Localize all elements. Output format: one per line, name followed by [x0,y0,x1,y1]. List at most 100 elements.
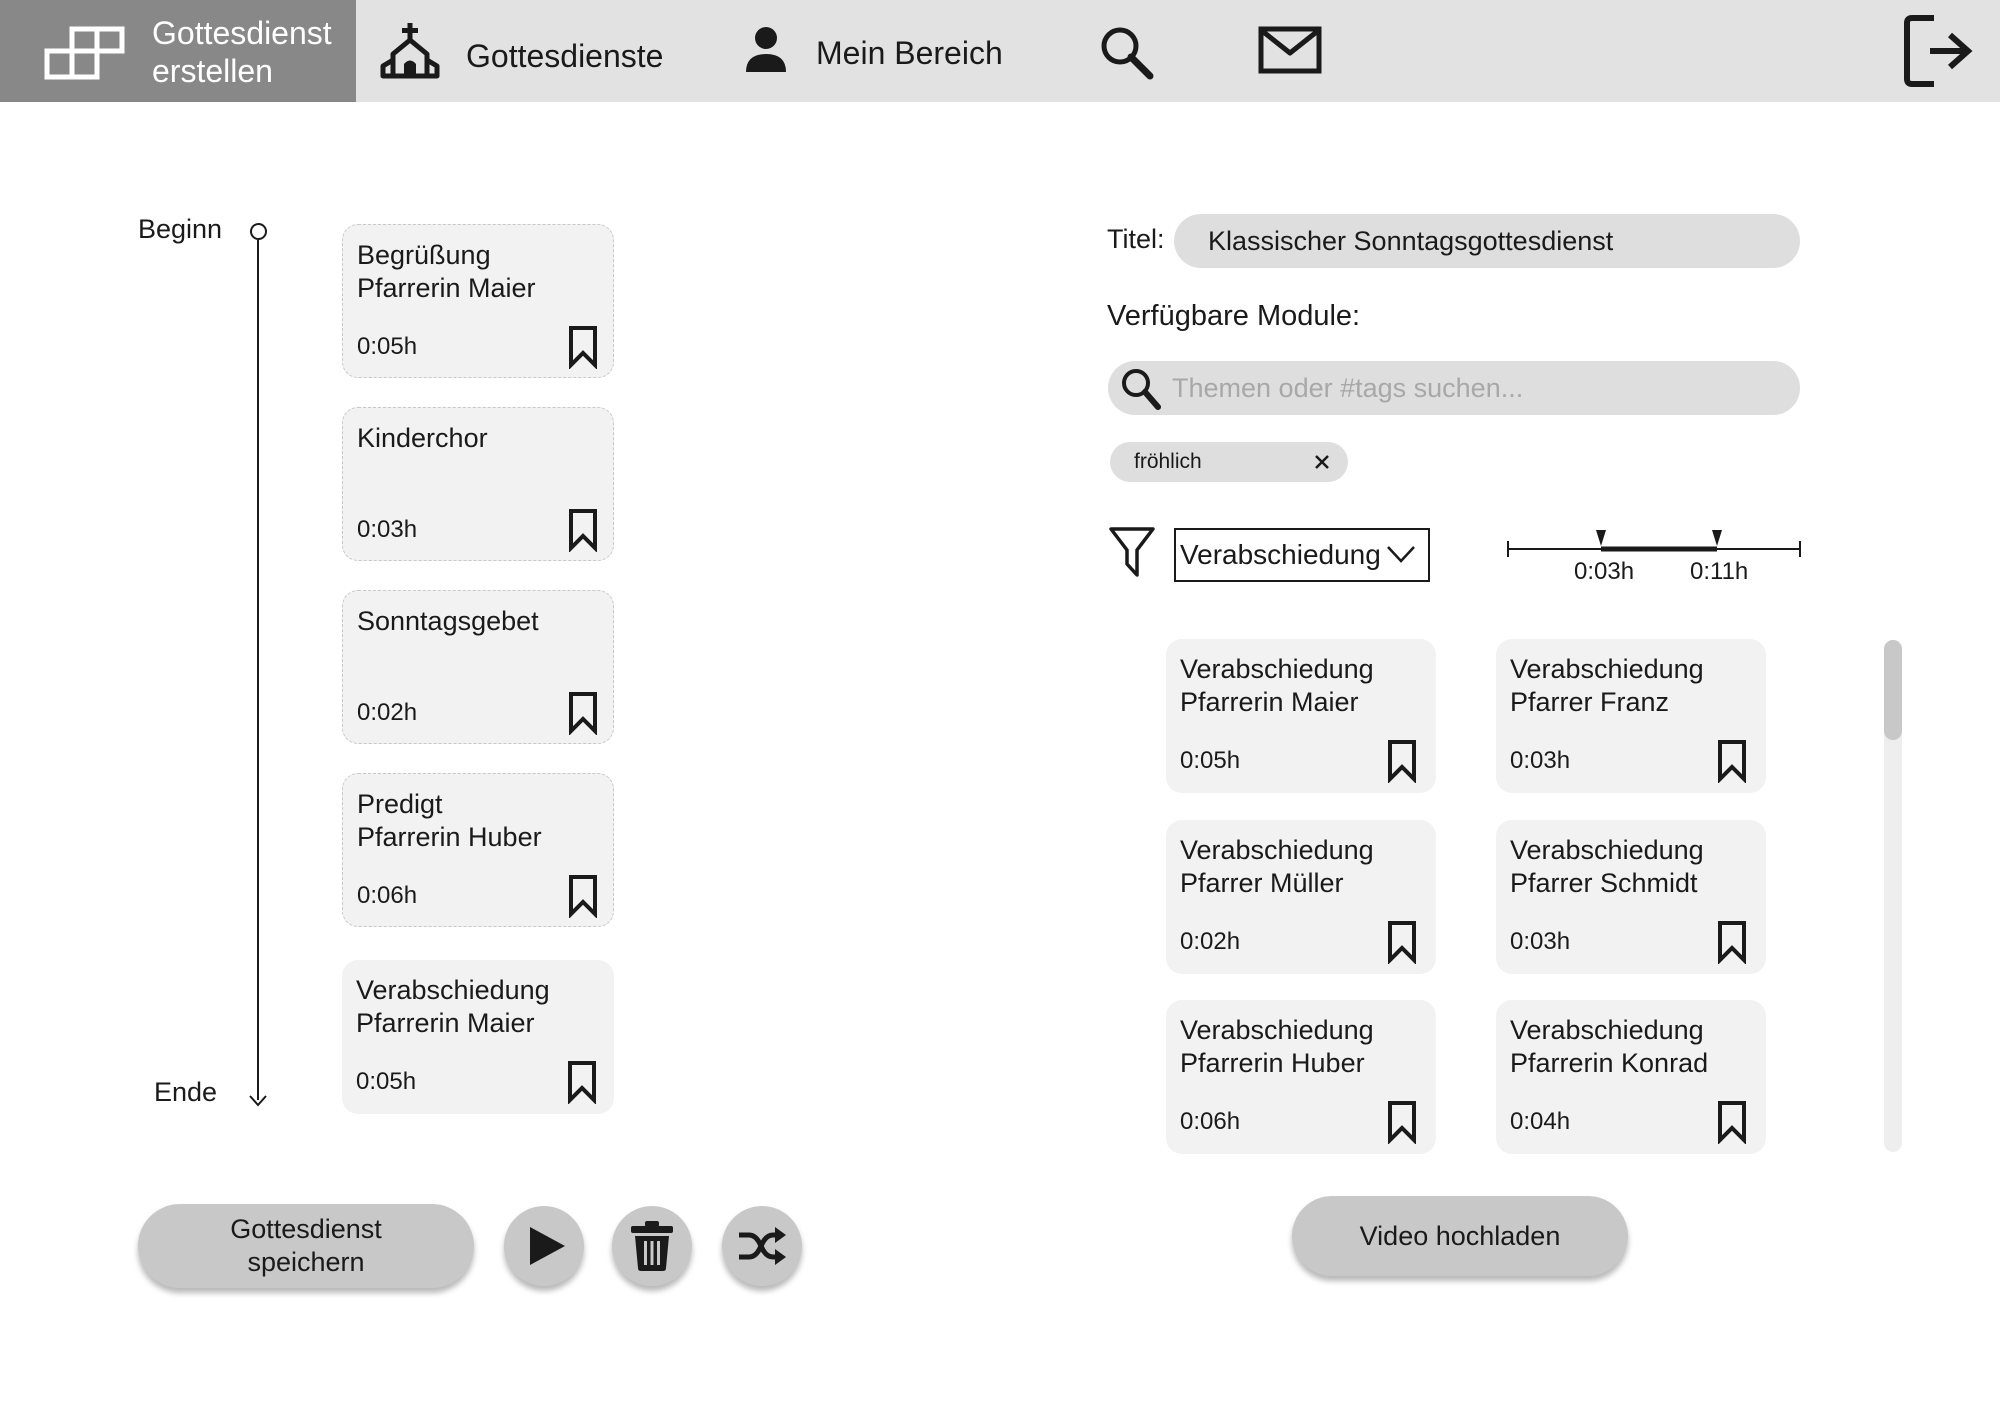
available-module-card[interactable]: Verabschiedung Pfarrerin Konrad 0:04h [1496,1000,1766,1154]
available-module-card[interactable]: Verabschiedung Pfarrer Müller 0:02h [1166,820,1436,974]
bookmark-icon[interactable] [1386,920,1418,964]
module-title: Sonntagsgebet [357,606,539,636]
shuffle-icon [739,1227,786,1265]
delete-button[interactable] [612,1206,692,1286]
bookmark-icon[interactable] [1386,1100,1418,1144]
module-subtitle: Pfarrerin Huber [357,822,542,852]
nav-item-create-service[interactable]: Gottesdienst erstellen [0,0,356,102]
available-module-card[interactable]: Verabschiedung Pfarrer Franz 0:03h [1496,639,1766,793]
module-subtitle: Pfarrerin Huber [1180,1048,1365,1078]
module-duration: 0:05h [356,1068,417,1095]
module-duration: 0:02h [357,699,418,726]
module-subtitle: Pfarrer Franz [1510,687,1670,717]
mail-icon[interactable] [1258,26,1322,74]
bookmark-icon[interactable] [1386,739,1418,783]
title-label: Titel: [1107,224,1165,254]
timeline-module-card[interactable]: Kinderchor 0:03h [342,407,614,561]
range-min-handle [1596,530,1606,546]
timeline-end-label: Ende [154,1077,218,1107]
module-title: Begrüßung [357,240,491,270]
range-min-label: 0:03h [1574,558,1635,585]
module-duration: 0:05h [1180,747,1241,774]
bookmark-icon[interactable] [567,508,599,552]
bookmark-icon[interactable] [1716,739,1748,783]
available-module-card[interactable]: Verabschiedung Pfarrerin Huber 0:06h [1166,1000,1436,1154]
timeline-start-marker [250,223,267,240]
church-icon [380,23,440,79]
top-navbar: Gottesdienst erstellen Gottesdienste Mei… [0,0,2000,102]
search-placeholder: Themen oder #tags suchen... [1172,373,1524,403]
module-duration: 0:03h [357,516,418,543]
chevron-down-icon [1387,546,1415,563]
tag-label: fröhlich [1134,450,1202,473]
scrollbar-thumb[interactable] [1884,640,1902,740]
module-duration: 0:03h [1510,747,1571,774]
logout-icon[interactable] [1904,14,1976,88]
module-list-scrollbar[interactable] [1884,640,1902,1152]
play-icon [530,1227,565,1265]
search-icon [1122,369,1161,410]
module-duration: 0:03h [1510,928,1571,955]
module-subtitle: Pfarrerin Maier [356,1008,535,1038]
nav-create-label-line2: erstellen [152,53,273,89]
timeline-module-card[interactable]: Verabschiedung Pfarrerin Maier 0:05h [342,960,614,1114]
module-title: Verabschiedung [1510,835,1704,865]
play-button[interactable] [504,1206,584,1286]
blocks-icon [44,26,125,80]
module-subtitle: Pfarrerin Konrad [1510,1048,1709,1078]
bookmark-icon[interactable] [567,325,599,369]
upload-video-button[interactable]: Video hochladen [1292,1196,1628,1276]
bookmark-icon[interactable] [1716,1100,1748,1144]
available-module-card[interactable]: Verabschiedung Pfarrerin Maier 0:05h [1166,639,1436,793]
module-duration: 0:04h [1510,1108,1571,1135]
available-modules-heading: Verfügbare Module: [1107,300,1361,332]
module-title: Verabschiedung [1180,1015,1374,1045]
timeline-start-label: Beginn [138,214,223,244]
shuffle-button[interactable] [722,1206,802,1286]
module-title: Verabschiedung [1180,835,1374,865]
save-button-label-line2: speichern [247,1247,365,1277]
duration-range-slider[interactable] [1506,528,1802,558]
module-title: Verabschiedung [1510,1015,1704,1045]
module-title: Verabschiedung [1180,654,1374,684]
module-duration: 0:06h [1180,1108,1241,1135]
close-icon[interactable] [1314,454,1330,470]
timeline-end-arrow [249,1095,267,1107]
timeline-axis [257,240,259,1100]
module-subtitle: Pfarrerin Maier [357,273,536,303]
range-max-handle [1712,530,1722,546]
range-max-label: 0:11h [1690,558,1749,585]
module-duration: 0:02h [1180,928,1241,955]
timeline-module-card[interactable]: Sonntagsgebet 0:02h [342,590,614,744]
module-search-input[interactable]: Themen oder #tags suchen... [1108,361,1800,415]
title-input[interactable]: Klassischer Sonntagsgottesdienst [1174,214,1800,268]
module-title: Verabschiedung [356,975,550,1005]
search-icon[interactable] [1100,26,1154,80]
timeline-module-card[interactable]: Begrüßung Pfarrerin Maier 0:05h [342,224,614,378]
trash-icon [631,1221,673,1271]
tag-chip[interactable]: fröhlich [1110,442,1348,482]
nav-create-label-line1: Gottesdienst [152,15,332,51]
bookmark-icon[interactable] [1716,920,1748,964]
module-subtitle: Pfarrer Schmidt [1510,868,1698,898]
nav-my-area-label: Mein Bereich [816,35,1003,71]
module-subtitle: Pfarrerin Maier [1180,687,1359,717]
filter-icon[interactable] [1108,526,1156,578]
module-title: Kinderchor [357,423,488,453]
bookmark-icon[interactable] [566,1060,598,1104]
timeline-module-card[interactable]: Predigt Pfarrerin Huber 0:06h [342,773,614,927]
save-service-button[interactable]: Gottesdienst speichern [138,1204,474,1288]
module-duration: 0:06h [357,882,418,909]
module-duration: 0:05h [357,333,418,360]
available-module-card[interactable]: Verabschiedung Pfarrer Schmidt 0:03h [1496,820,1766,974]
person-icon [746,27,786,72]
module-title: Predigt [357,789,443,819]
bookmark-icon[interactable] [567,874,599,918]
nav-services-label: Gottesdienste [466,38,664,74]
module-title: Verabschiedung [1510,654,1704,684]
category-selected-value: Verabschiedung [1180,539,1381,570]
save-button-label-line1: Gottesdienst [230,1214,382,1244]
category-select[interactable]: Verabschiedung [1174,528,1430,582]
bookmark-icon[interactable] [567,691,599,735]
module-subtitle: Pfarrer Müller [1180,868,1344,898]
